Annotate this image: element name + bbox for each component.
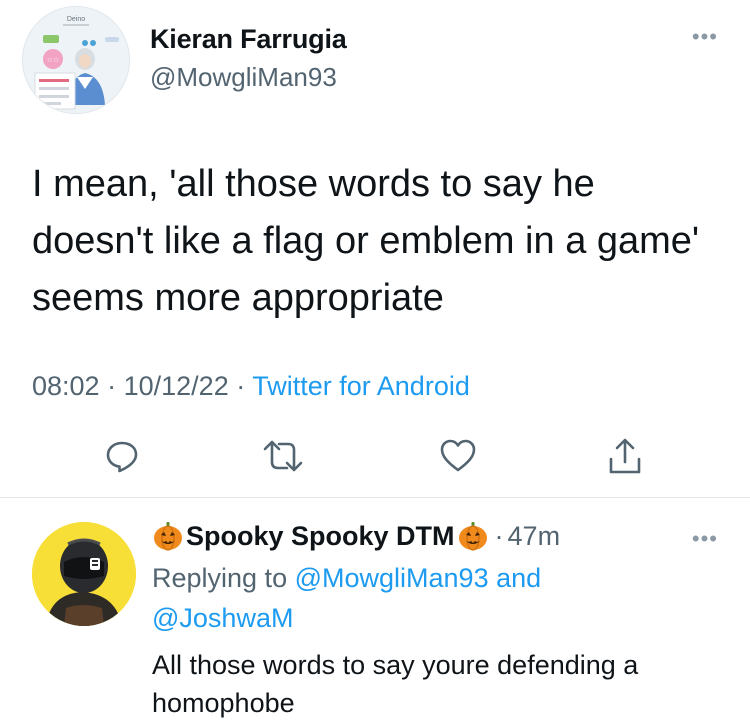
reply-author-name[interactable]: Spooky Spooky DTM — [186, 521, 455, 552]
game-profile-avatar-icon: Deino ☆☆ — [23, 7, 129, 113]
meta-separator: · — [107, 371, 117, 401]
more-options-button[interactable]: ••• — [692, 26, 718, 48]
mention-joiner[interactable]: and — [496, 563, 541, 593]
reply-author-avatar[interactable] — [32, 522, 136, 626]
mention-link[interactable]: @JoshwaM — [152, 603, 293, 633]
pumpkin-icon — [458, 522, 487, 551]
avatar-header-text: Deino — [67, 16, 85, 23]
author-avatar[interactable]: Deino ☆☆ — [22, 6, 130, 114]
reply-text: All those words to say youre defending a… — [152, 650, 639, 718]
divider — [0, 497, 750, 498]
helmet-avatar-icon — [32, 522, 136, 626]
tweet-thread: Deino ☆☆ Kieran Farrugia @MowgliMan93 ••… — [0, 0, 750, 727]
pumpkin-icon — [154, 522, 182, 551]
retweet-icon — [263, 440, 303, 472]
reply-icon — [106, 441, 138, 473]
meta-separator: · — [236, 371, 246, 401]
replying-to-prefix: Replying to — [152, 563, 288, 593]
reply-header: Spooky Spooky DTM · 47m — [152, 518, 560, 554]
replying-to: Replying to @MowgliMan93 and @JoshwaM — [152, 558, 672, 638]
author-handle[interactable]: @MowgliMan93 — [150, 62, 337, 93]
share-button[interactable] — [603, 434, 647, 478]
retweet-button[interactable] — [261, 434, 305, 478]
like-icon — [440, 439, 476, 472]
tweet-text: I mean, 'all those words to say he doesn… — [32, 163, 700, 319]
tweet-actions-bar — [0, 434, 750, 478]
reply-time[interactable]: 47m — [508, 521, 561, 552]
reply-separator: · — [494, 520, 504, 551]
mention-link[interactable]: @MowgliMan93 — [295, 563, 489, 593]
tweet-meta: 08:02 · 10/12/22 · Twitter for Android — [32, 371, 470, 402]
share-icon — [609, 438, 641, 474]
like-button[interactable] — [436, 434, 480, 478]
tweet-time: 08:02 — [32, 371, 100, 401]
svg-text:☆☆: ☆☆ — [47, 56, 60, 64]
reply-button[interactable] — [100, 434, 144, 478]
tweet-date: 10/12/22 — [123, 371, 229, 401]
tweet-source-link[interactable]: Twitter for Android — [252, 371, 470, 401]
reply-more-options-button[interactable]: ••• — [692, 528, 718, 550]
author-name[interactable]: Kieran Farrugia — [150, 24, 347, 55]
